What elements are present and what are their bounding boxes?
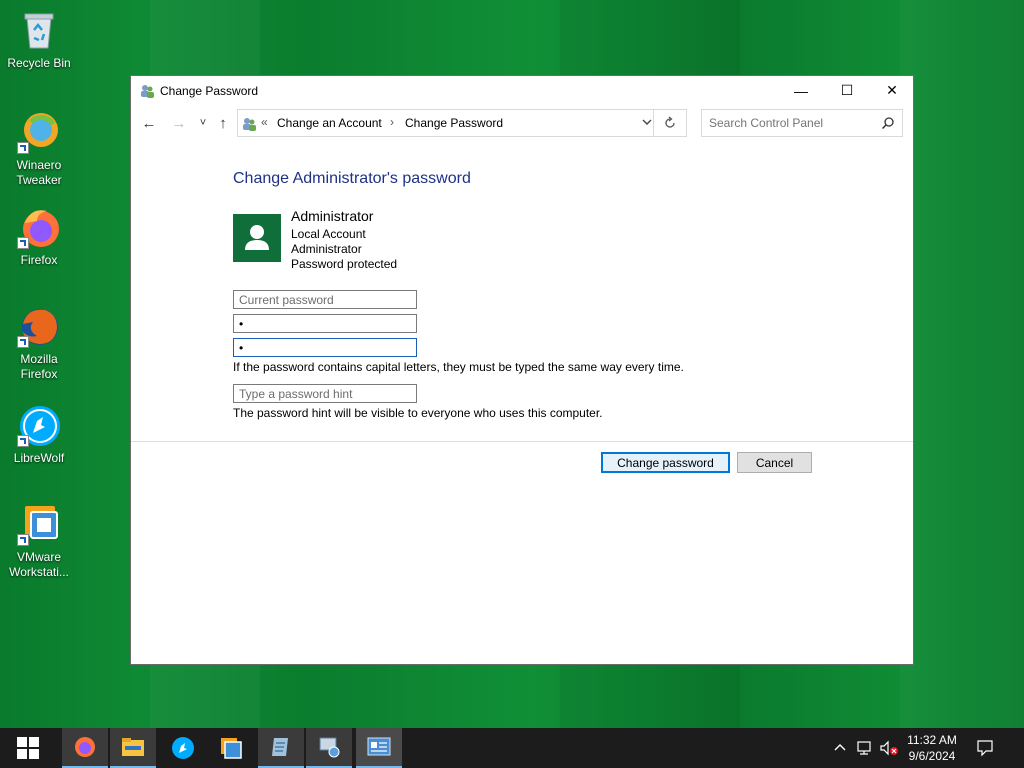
clock-date: 9/6/2024 (908, 749, 956, 763)
action-center-button[interactable] (970, 728, 1000, 768)
shortcut-arrow-icon (17, 237, 29, 249)
hint-visibility-note: The password hint will be visible to eve… (233, 406, 603, 420)
notepad-icon (272, 738, 288, 756)
taskbar: 11:32 AM 9/6/2024 (0, 728, 1024, 768)
window-title: Change Password (160, 84, 259, 98)
system-clock[interactable]: 11:32 AM 9/6/2024 (902, 732, 962, 764)
password-hint-field[interactable] (233, 384, 417, 403)
taskbar-notepad[interactable] (258, 728, 304, 768)
breadcrumb-change-password[interactable]: Change Password (405, 116, 503, 130)
desktop-icon-mozilla-firefox[interactable]: Mozilla Firefox (4, 304, 74, 382)
shortcut-arrow-icon (17, 534, 29, 546)
mozilla-firefox-icon (17, 304, 61, 348)
chevron-down-icon[interactable] (642, 117, 652, 130)
search-icon[interactable] (881, 116, 895, 130)
control-panel-tool-icon (319, 737, 340, 758)
volume-button[interactable] (878, 728, 900, 768)
user-accounts-icon (139, 83, 155, 99)
back-button[interactable]: ← (139, 113, 159, 133)
confirm-password-field[interactable] (233, 338, 417, 357)
desktop-icon-recycle-bin[interactable]: Recycle Bin (4, 8, 74, 71)
network-button[interactable] (854, 728, 876, 768)
breadcrumb-change-an-account[interactable]: Change an Account (277, 116, 382, 130)
control-panel-icon (367, 737, 391, 756)
wallpaper-band (900, 0, 1024, 728)
show-hidden-icons-button[interactable] (830, 728, 850, 768)
taskbar-vmware[interactable] (208, 728, 254, 768)
capital-letters-note: If the password contains capital letters… (233, 360, 684, 374)
up-button[interactable]: ↑ (213, 113, 233, 133)
change-password-window: Change Password — ☐ ✕ ← → ˅ ↑ « Change a… (130, 75, 914, 665)
user-avatar-icon (233, 214, 281, 262)
title-bar[interactable]: Change Password — ☐ ✕ (131, 76, 913, 105)
cancel-button[interactable]: Cancel (737, 452, 812, 473)
forward-button[interactable]: → (169, 113, 189, 133)
recent-locations-button[interactable]: ˅ (193, 113, 213, 133)
taskbar-control-panel[interactable] (356, 728, 402, 768)
new-password-field[interactable] (233, 314, 417, 333)
desktop-icon-vmware-workstation[interactable]: VMware Workstati... (4, 502, 74, 580)
refresh-icon (665, 116, 675, 128)
current-password-field[interactable] (233, 290, 417, 309)
librewolf-icon (17, 403, 61, 447)
desktop-icon-label: LibreWolf (13, 451, 65, 465)
chevron-up-icon (834, 744, 846, 751)
firefox-icon (17, 205, 61, 249)
desktop-icon-label: VMware Workstati... (9, 550, 69, 579)
notification-icon (977, 740, 993, 757)
desktop-icon-label: Mozilla Firefox (20, 352, 58, 381)
recycle-bin-icon (17, 8, 61, 52)
file-explorer-icon (122, 738, 144, 756)
divider (131, 441, 913, 442)
taskbar-firefox[interactable] (62, 728, 108, 768)
start-icon (17, 737, 39, 759)
volume-muted-icon (880, 740, 898, 756)
vmware-workstation-icon (17, 502, 61, 546)
desktop-icon-label: Firefox (20, 253, 58, 267)
user-accounts-icon (241, 116, 257, 132)
shortcut-arrow-icon (17, 435, 29, 447)
desktop-icon-librewolf[interactable]: LibreWolf (4, 403, 74, 466)
breadcrumb-overflow[interactable]: « (261, 115, 268, 129)
start-button[interactable] (5, 728, 51, 768)
refresh-button[interactable] (653, 110, 686, 136)
address-bar[interactable]: « Change an Account › Change Password (237, 109, 687, 137)
shortcut-arrow-icon (17, 142, 29, 154)
account-status: Password protected (291, 257, 398, 271)
close-button[interactable]: ✕ (869, 76, 915, 105)
maximize-button[interactable]: ☐ (824, 76, 870, 105)
desktop-icon-label: Recycle Bin (7, 56, 71, 70)
change-password-button[interactable]: Change password (601, 452, 730, 473)
breadcrumb-separator: › (390, 115, 394, 129)
account-type: Local Account (291, 227, 366, 241)
account-group: Administrator (291, 242, 362, 256)
search-box[interactable] (701, 109, 903, 137)
firefox-icon (75, 737, 95, 757)
taskbar-control-panel-tool[interactable] (306, 728, 352, 768)
vmware-icon (221, 738, 242, 759)
account-name: Administrator (291, 208, 374, 224)
shortcut-arrow-icon (17, 336, 29, 348)
page-title: Change Administrator's password (233, 170, 471, 187)
taskbar-file-explorer[interactable] (110, 728, 156, 768)
desktop-icon-firefox[interactable]: Firefox (4, 205, 74, 268)
address-row: ← → ˅ ↑ « Change an Account › Change Pas… (131, 105, 913, 141)
search-input[interactable] (709, 116, 869, 130)
network-icon (857, 741, 871, 755)
desktop-icon-label: Winaero Tweaker (16, 158, 62, 187)
winaero-tweaker-icon (17, 110, 61, 154)
desktop-icon-winaero-tweaker[interactable]: Winaero Tweaker (4, 110, 74, 188)
minimize-button[interactable]: — (778, 76, 824, 105)
clock-time: 11:32 AM (907, 733, 957, 747)
taskbar-librewolf[interactable] (160, 728, 206, 768)
librewolf-icon (172, 737, 194, 759)
